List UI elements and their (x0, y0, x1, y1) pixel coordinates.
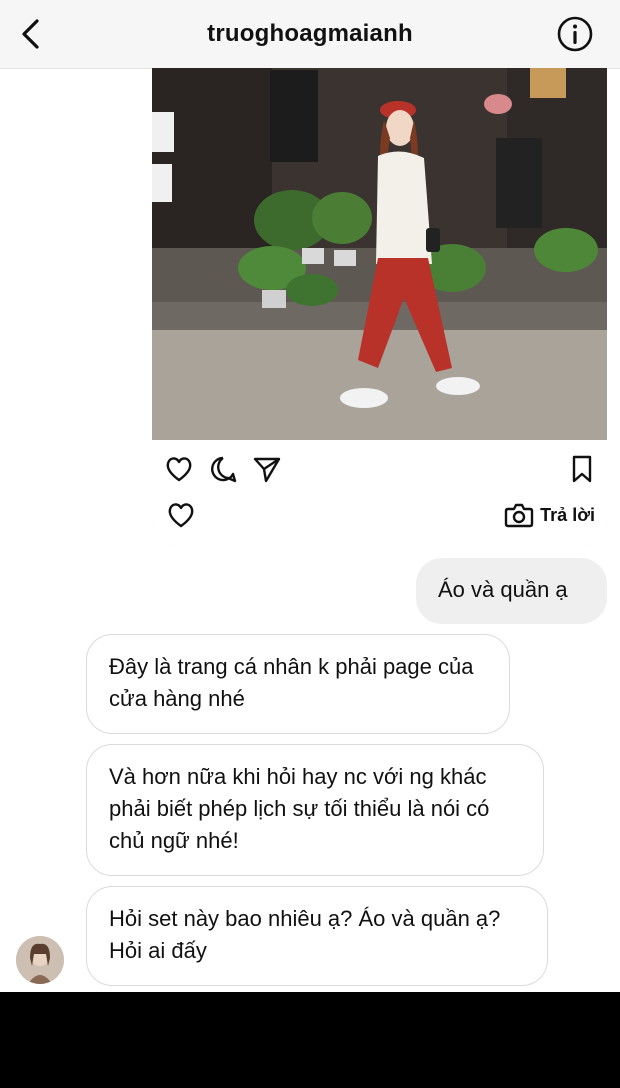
send-icon[interactable] (252, 454, 282, 484)
avatar-image (16, 936, 64, 984)
heart-react-icon[interactable] (166, 500, 196, 530)
reply-camera-button[interactable]: Trả lời (504, 498, 595, 532)
black-bar (0, 992, 620, 1088)
message-text: Đây là trang cá nhân k phải page của cửa… (109, 654, 474, 711)
camera-icon (504, 503, 534, 528)
message-text: Và hơn nữa khi hỏi hay nc với ng khác ph… (109, 764, 490, 853)
message-text: Hỏi set này bao nhiêu ạ? Áo và quần ạ? H… (109, 906, 501, 963)
comment-icon[interactable] (208, 454, 238, 484)
message-outgoing[interactable]: Áo và quần ạ (416, 558, 607, 624)
message-incoming[interactable]: Đây là trang cá nhân k phải page của cửa… (86, 634, 510, 734)
chat-username[interactable]: truoghoagmaianh (0, 20, 620, 48)
info-circle-icon[interactable] (556, 15, 594, 53)
bookmark-icon[interactable] (567, 454, 597, 484)
message-incoming[interactable]: Hỏi set này bao nhiêu ạ? Áo và quần ạ? H… (86, 886, 548, 986)
message-text: Áo và quần ạ (438, 577, 568, 602)
post-photo[interactable] (152, 68, 607, 440)
shared-post-card[interactable]: Trả lời (152, 68, 607, 546)
message-incoming[interactable]: Và hơn nữa khi hỏi hay nc với ng khác ph… (86, 744, 544, 876)
heart-icon[interactable] (164, 454, 194, 484)
avatar[interactable] (16, 936, 64, 984)
chat-header: truoghoagmaianh (0, 0, 620, 69)
reply-label: Trả lời (540, 504, 595, 525)
